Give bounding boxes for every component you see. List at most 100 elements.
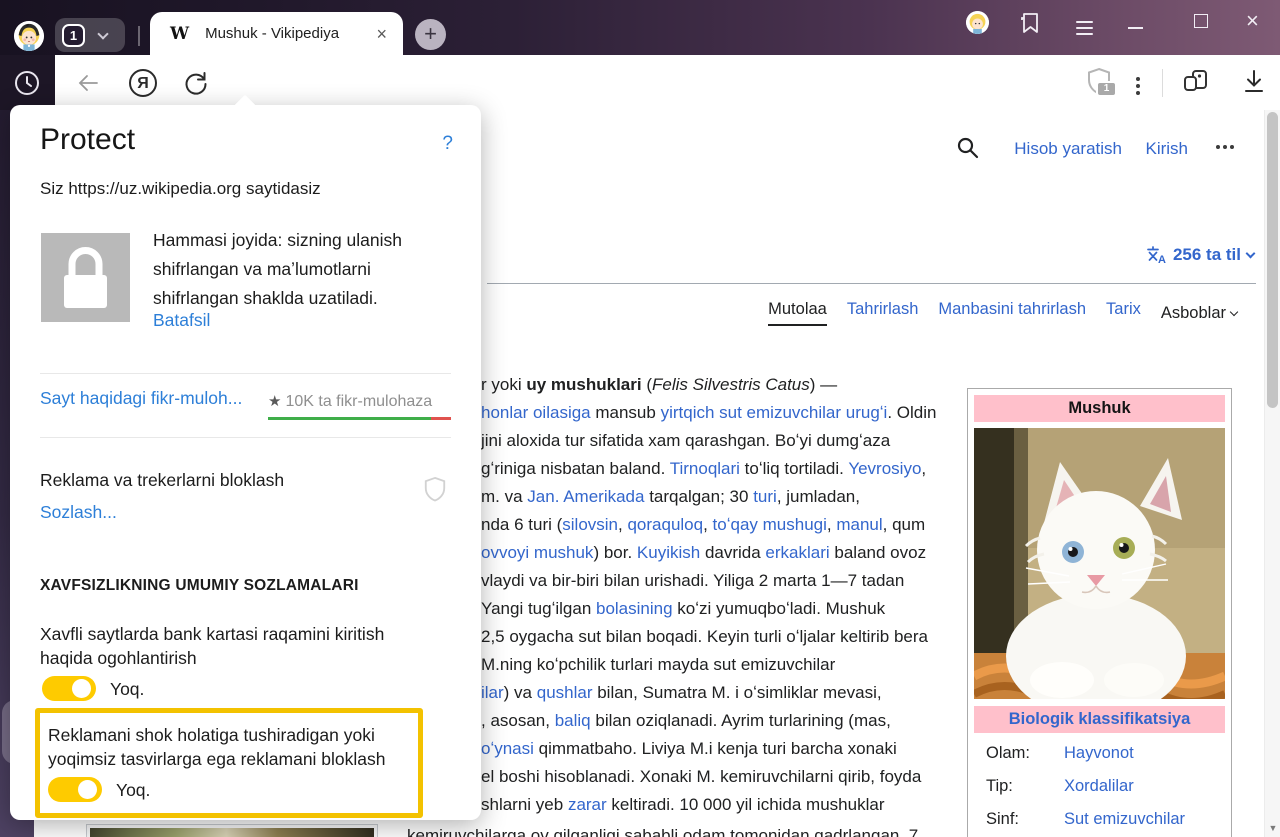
wiki-link[interactable]: yirtqich sut emizuvchilar urugʻi <box>661 403 888 422</box>
tab-title: Mushuk - Vikipediya <box>205 25 339 42</box>
browser-window: 1 W Mushuk - Vikipediya × + × Я <box>0 0 1280 837</box>
personal-more-icon[interactable] <box>1216 142 1234 152</box>
browser-titlebar: 1 W Mushuk - Vikipediya × + × <box>0 0 1280 55</box>
toolbar-separator <box>1162 69 1163 97</box>
tab-close-icon[interactable]: × <box>376 25 387 43</box>
toggle-knob <box>78 780 97 799</box>
wiki-link[interactable]: toʻqay mushugi <box>713 515 827 534</box>
window-minimize-button[interactable] <box>1128 27 1143 29</box>
tab-counter[interactable]: 1 <box>55 18 125 52</box>
wiki-link[interactable]: zarar <box>568 795 607 814</box>
search-icon[interactable] <box>956 136 980 165</box>
thumbnail-photo <box>90 828 374 837</box>
article-text-line: kemiruvchilarga ov qilganligi sababli od… <box>407 822 918 837</box>
shock-ads-toggle-state: Yoq. <box>116 780 150 801</box>
wiki-link[interactable]: qushlar <box>537 683 593 702</box>
wiki-link[interactable]: Kuyikish <box>637 543 700 562</box>
shock-ads-toggle[interactable] <box>48 777 102 802</box>
sync-avatar[interactable] <box>966 11 989 34</box>
details-link[interactable]: Batafsil <box>153 310 210 331</box>
bankcard-warning-toggle[interactable] <box>42 676 96 701</box>
login-link[interactable]: Kirish <box>1145 139 1188 159</box>
protect-panel: Protect ? Siz https://uz.wikipedia.org s… <box>10 105 481 820</box>
create-account-link[interactable]: Hisob yaratish <box>1014 139 1122 159</box>
wiki-link[interactable]: Jan. Amerikada <box>527 487 644 506</box>
infobox-row-value-link[interactable]: Hayvonot <box>1064 744 1134 763</box>
profile-avatar[interactable] <box>14 21 44 51</box>
rating-bar <box>268 417 451 420</box>
page-scrollbar[interactable]: ▼ <box>1264 110 1280 837</box>
downloads-icon[interactable] <box>1243 69 1265 100</box>
browser-menu-icon[interactable] <box>1076 17 1093 39</box>
window-close-button[interactable]: × <box>1246 8 1259 34</box>
wiki-link[interactable]: silovsin <box>562 515 618 534</box>
wiki-link[interactable]: manul <box>836 515 882 534</box>
wiki-link[interactable]: ilar <box>481 683 504 702</box>
yandex-search-icon[interactable]: Я <box>129 69 157 97</box>
toggle-knob <box>72 679 91 698</box>
window-maximize-button[interactable] <box>1194 14 1208 28</box>
language-count: 256 ta til <box>1173 245 1241 265</box>
wiki-link[interactable]: oʻynasi <box>481 739 534 758</box>
article-text-line: Yangi tugʻilgan bolasining koʻzi yumuqbo… <box>481 595 953 623</box>
site-feedback-link[interactable]: Sayt haqidagi fikr-muloh... <box>40 388 242 409</box>
protect-shield-icon[interactable]: 1 <box>1086 67 1112 100</box>
wiki-tab-mutolaa[interactable]: Mutolaa <box>768 300 827 326</box>
wiki-tab-tahrirlash[interactable]: Tahrirlash <box>847 300 919 326</box>
article-text-line: honlar oilasiga mansub yirtqich sut emiz… <box>481 399 953 427</box>
scrollbar-down-arrow[interactable]: ▼ <box>1265 823 1280 833</box>
security-settings-header: XAVFSIZLIKNING UMUMIY SOZLAMALARI <box>40 577 359 595</box>
chevron-down-icon[interactable] <box>97 28 108 39</box>
refresh-icon[interactable] <box>183 70 209 101</box>
infobox-row-value-link[interactable]: Sut emizuvchilar <box>1064 810 1185 829</box>
infobox-row: Sinf:Sut emizuvchilar <box>974 803 1225 836</box>
article-thumbnail[interactable] <box>86 824 378 837</box>
help-link[interactable]: ? <box>442 133 453 155</box>
article-text-line: vlaydi va bir-biri bilan urishadi. Yilig… <box>481 567 953 595</box>
wiki-link[interactable]: baliq <box>555 711 591 730</box>
wiki-link[interactable]: ovvoyi mushuk <box>481 543 593 562</box>
wiki-link[interactable]: Tirnoqlari <box>670 459 740 478</box>
new-tab-button[interactable]: + <box>415 19 446 50</box>
lock-icon <box>41 233 130 322</box>
browser-tab[interactable]: W Mushuk - Vikipediya × <box>150 12 403 55</box>
infobox-title: Mushuk <box>974 395 1225 422</box>
article-text-line: shlarni yeb zarar keltiradi. 10 000 yil … <box>481 791 953 819</box>
language-selector[interactable]: A 256 ta til <box>1146 245 1254 265</box>
article-text-line: el boshi hisoblanadi. Xonaki M. kemiruvc… <box>481 763 953 791</box>
wiki-link[interactable]: turi <box>753 487 777 506</box>
blocked-count-badge: 1 <box>1096 81 1117 97</box>
connection-status-text: Hammasi joyida: sizning ulanish shifrlan… <box>153 226 445 313</box>
bookmarks-icon[interactable] <box>1020 12 1040 39</box>
article-text-line: jini aloxida tur sifatida xam qarashgan.… <box>481 427 953 455</box>
history-clock-icon[interactable] <box>13 69 41 102</box>
adblock-section-label: Reklama va trekerlarni bloklash <box>40 470 284 491</box>
wiki-tab-asboblar[interactable]: Asboblar <box>1161 300 1237 326</box>
infobox-row: Tip:Xordalilar <box>974 770 1225 803</box>
article-text-line: , asosan, baliq bilan oziqlanadi. Ayrim … <box>481 707 953 735</box>
star-icon: ★ <box>268 393 281 410</box>
wiki-link[interactable]: honlar oilasiga <box>481 403 591 422</box>
shock-ads-label: Reklamani shok holatiga tushiradigan yok… <box>48 725 375 746</box>
configure-adblock-link[interactable]: Sozlash... <box>40 502 117 523</box>
wiki-link[interactable]: erkaklari <box>765 543 829 562</box>
scrollbar-thumb[interactable] <box>1267 112 1278 408</box>
collections-icon[interactable] <box>1181 68 1211 101</box>
svg-text:A: A <box>1158 254 1166 265</box>
wiki-link[interactable]: qoraquloq <box>627 515 703 534</box>
rating-count-text: 10K ta fikr-mulohaza <box>285 393 432 410</box>
article-text-line: oʻynasi qimmatbaho. Liviya M.i kenja tur… <box>481 735 953 763</box>
infobox-classification-rows: Olam:HayvonotTip:XordalilarSinf:Sut emiz… <box>974 737 1225 836</box>
wiki-link[interactable]: bolasining <box>596 599 673 618</box>
wiki-link[interactable]: Yevrosiyo <box>848 459 921 478</box>
back-icon[interactable] <box>76 72 100 99</box>
wiki-tab-manbasini-tahrirlash[interactable]: Manbasini tahrirlash <box>938 300 1086 326</box>
article-text-line: ovvoyi mushuk) bor. Kuyikish davrida erk… <box>481 539 953 567</box>
panel-divider <box>40 373 451 374</box>
infobox-row-value-link[interactable]: Xordalilar <box>1064 777 1134 796</box>
kitten-photo[interactable] <box>974 428 1225 699</box>
adblock-shield-icon <box>423 476 447 507</box>
chevron-down-icon <box>1230 307 1238 315</box>
page-menu-icon[interactable] <box>1136 74 1140 98</box>
wiki-tab-tarix[interactable]: Tarix <box>1106 300 1141 326</box>
